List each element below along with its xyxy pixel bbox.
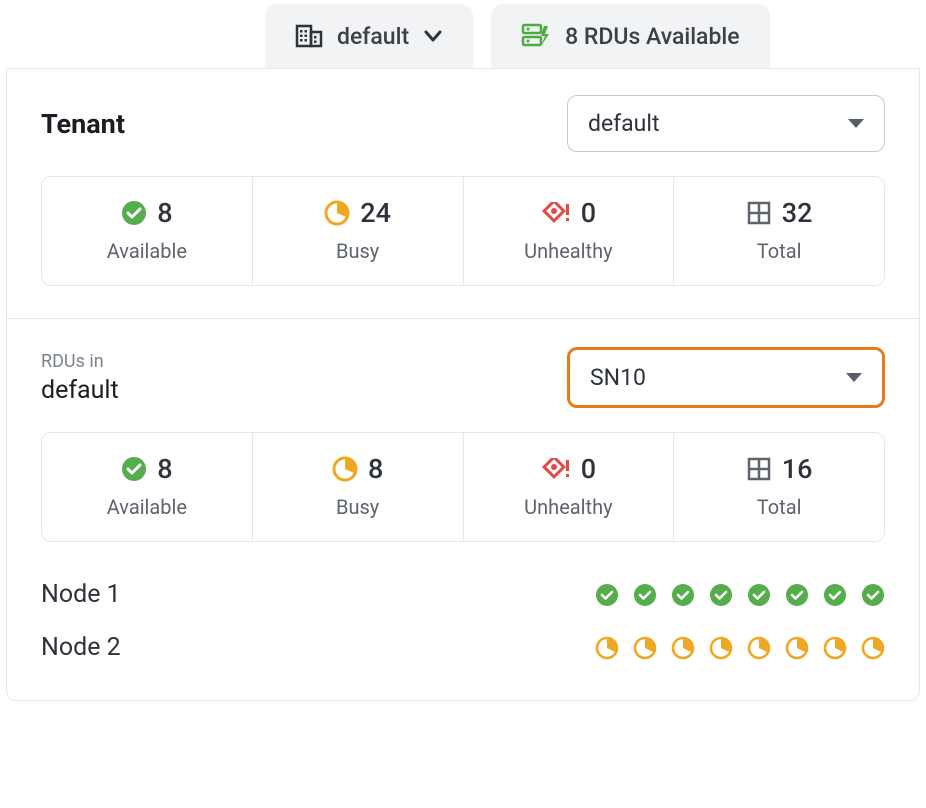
unhealthy-icon [541, 202, 571, 224]
stat-label: Busy [336, 239, 379, 263]
stat-value: 16 [782, 453, 813, 485]
tenant-select[interactable]: default [567, 95, 885, 152]
tenant-title: Tenant [41, 108, 125, 140]
stat-value: 24 [360, 197, 391, 229]
check-circle-icon [861, 583, 885, 607]
rdus-stats: 8 Available 8 Busy 0 Unhealthy 16 Total [41, 432, 885, 542]
stat-unhealthy: 0 Unhealthy [464, 433, 675, 541]
tab-rdus-label: 8 RDUs Available [565, 23, 739, 50]
stat-label: Total [757, 495, 802, 519]
rdus-subtitle: RDUs in [41, 351, 119, 372]
stat-value: 32 [782, 197, 813, 229]
stat-value: 8 [368, 453, 383, 485]
caret-down-icon [848, 119, 864, 128]
stat-label: Busy [336, 495, 379, 519]
busy-icon [823, 636, 847, 660]
busy-icon [595, 636, 619, 660]
rdus-select[interactable]: SN10 [567, 347, 885, 408]
tenant-stats: 8 Available 24 Busy 0 Unhealthy 32 Total [41, 176, 885, 286]
rdus-header: RDUs in default SN10 [41, 347, 885, 408]
rdu-bolt-icon [521, 22, 551, 50]
stat-value: 0 [581, 197, 596, 229]
check-circle-icon [121, 456, 147, 482]
stat-label: Available [107, 495, 187, 519]
node-row-2: Node 2 [41, 621, 885, 674]
busy-icon [324, 200, 350, 226]
stat-label: Unhealthy [524, 239, 612, 263]
unhealthy-icon [541, 458, 571, 480]
node-status-icons [595, 583, 885, 607]
check-circle-icon [785, 583, 809, 607]
check-circle-icon [823, 583, 847, 607]
stat-available: 8 Available [42, 177, 253, 285]
check-circle-icon [633, 583, 657, 607]
grid-icon [746, 200, 772, 226]
tab-tenant[interactable]: default [265, 4, 473, 68]
check-circle-icon [121, 200, 147, 226]
chevron-down-icon [423, 26, 443, 46]
grid-icon [746, 456, 772, 482]
stat-value: 8 [157, 197, 172, 229]
busy-icon [709, 636, 733, 660]
rdus-title: default [41, 376, 119, 405]
section-divider [7, 318, 919, 319]
tab-tenant-label: default [337, 23, 409, 50]
node-row-1: Node 1 [41, 568, 885, 621]
stat-label: Available [107, 239, 187, 263]
busy-icon [633, 636, 657, 660]
stat-total: 32 Total [674, 177, 884, 285]
stat-total: 16 Total [674, 433, 884, 541]
stat-busy: 24 Busy [253, 177, 464, 285]
tab-rdus[interactable]: 8 RDUs Available [491, 4, 769, 68]
check-circle-icon [709, 583, 733, 607]
node-label: Node 1 [41, 580, 121, 609]
busy-icon [671, 636, 695, 660]
stat-label: Total [757, 239, 802, 263]
busy-icon [747, 636, 771, 660]
busy-icon [332, 456, 358, 482]
check-circle-icon [747, 583, 771, 607]
node-status-icons [595, 636, 885, 660]
stat-unhealthy: 0 Unhealthy [464, 177, 675, 285]
tenant-header: Tenant default [41, 95, 885, 152]
main-panel: Tenant default 8 Available 24 Busy 0 [6, 68, 920, 701]
node-label: Node 2 [41, 633, 121, 662]
caret-down-icon [846, 373, 862, 382]
stat-value: 8 [157, 453, 172, 485]
busy-icon [861, 636, 885, 660]
check-circle-icon [671, 583, 695, 607]
header-tabs: default 8 RDUs Available [0, 0, 926, 68]
stat-value: 0 [581, 453, 596, 485]
stat-label: Unhealthy [524, 495, 612, 519]
stat-available: 8 Available [42, 433, 253, 541]
rdus-select-value: SN10 [590, 364, 646, 391]
stat-busy: 8 Busy [253, 433, 464, 541]
tenant-select-value: default [588, 110, 659, 137]
building-icon [295, 22, 323, 50]
busy-icon [785, 636, 809, 660]
check-circle-icon [595, 583, 619, 607]
